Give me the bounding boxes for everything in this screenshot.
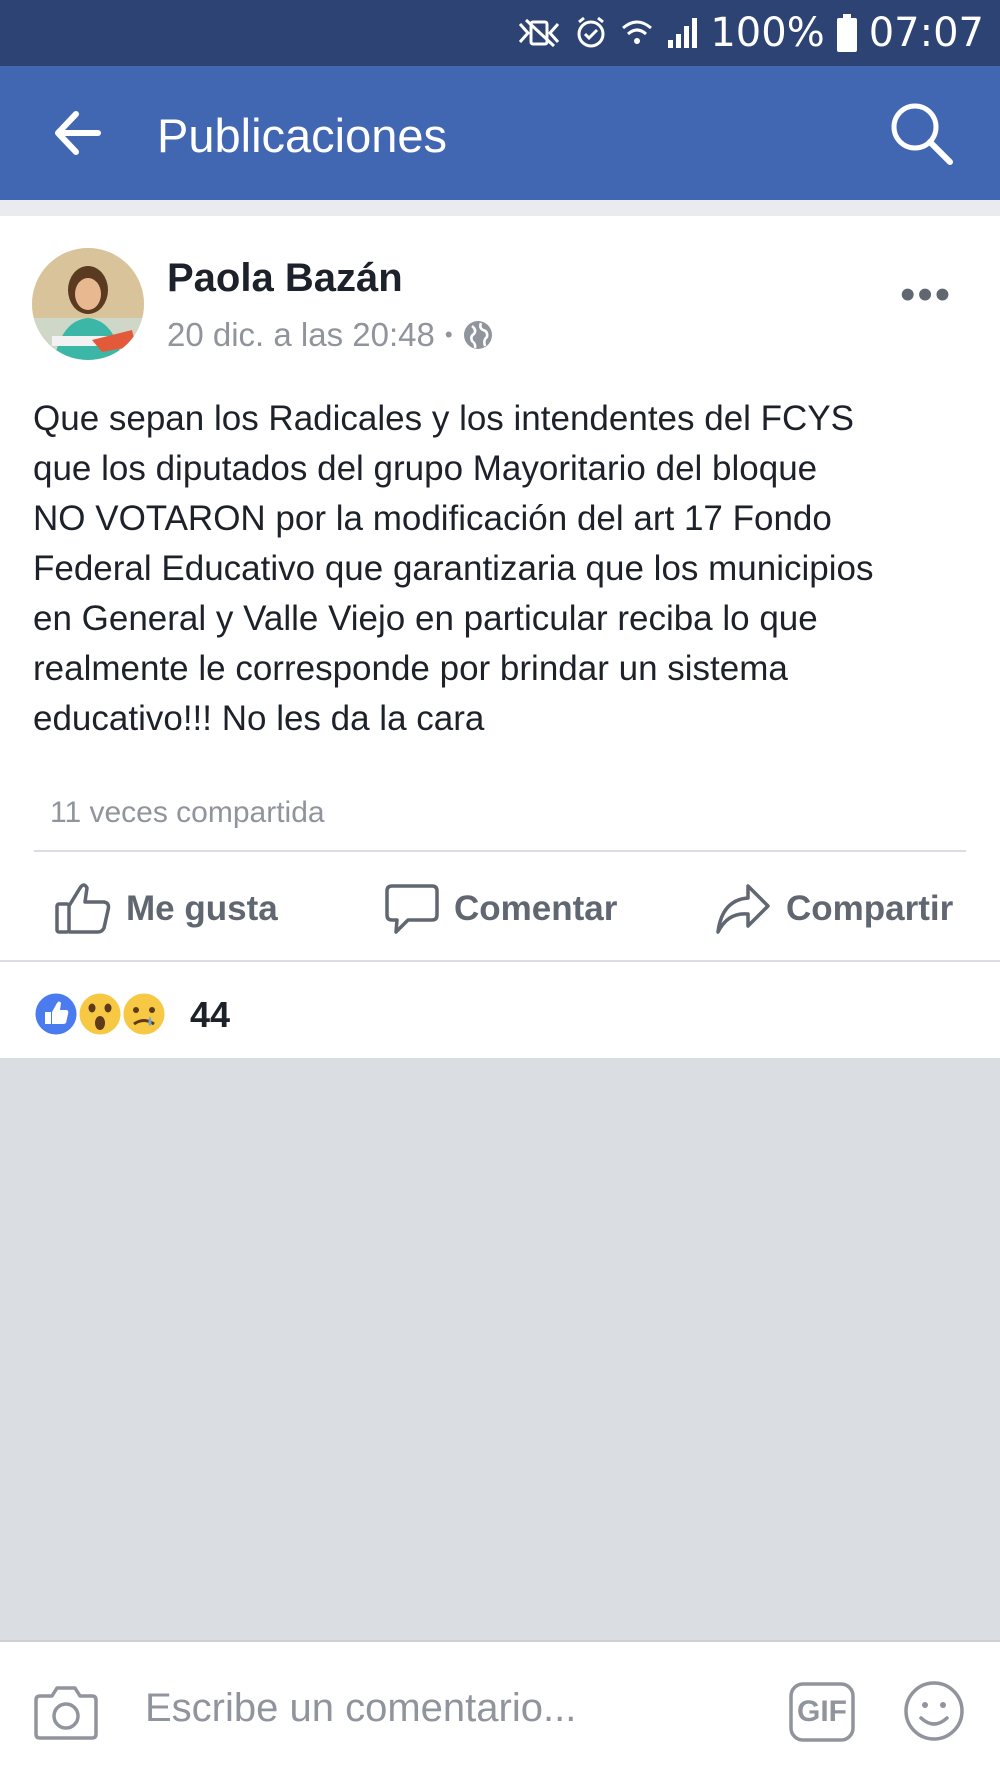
comment-input[interactable]: Escribe un comentario... (145, 1686, 576, 1731)
emoji-icon[interactable] (903, 1680, 965, 1742)
post-text-line: Que sepan los Radicales y los intendente… (33, 399, 855, 438)
status-bar: 100% 07:07 (0, 0, 1000, 66)
share-button[interactable]: Compartir (714, 882, 953, 936)
like-button[interactable]: Me gusta (54, 882, 278, 936)
like-label: Me gusta (126, 889, 278, 928)
gif-button[interactable]: GIF (789, 1682, 855, 1742)
page-title: Publicaciones (157, 109, 448, 162)
share-label: Compartir (786, 889, 954, 928)
post-card: Paola Bazán 20 dic. a las 20:48 • ••• Qu… (0, 216, 1000, 960)
thumbs-up-icon (54, 882, 112, 936)
post-text-line: en General y Valle Viejo en particular r… (33, 599, 818, 638)
post-body: Que sepan los Radicales y los intendente… (33, 394, 978, 744)
comment-icon (384, 882, 440, 936)
battery-icon (836, 14, 857, 52)
mute-vibrate-icon (516, 16, 562, 50)
avatar[interactable] (32, 248, 144, 360)
author-name[interactable]: Paola Bazán (167, 256, 403, 301)
comment-label: Comentar (454, 889, 618, 928)
comment-composer: Escribe un comentario... GIF (0, 1640, 1000, 1778)
post-text-line: realmente le corresponde por brindar un … (33, 649, 788, 688)
meta-separator: • (444, 322, 453, 347)
post-text-line: que los diputados del grupo Mayoritario … (33, 449, 818, 488)
back-arrow-icon[interactable] (52, 110, 102, 156)
post-text-line: NO VOTARON por la modificación del art 1… (33, 499, 832, 538)
wifi-icon (620, 16, 654, 50)
like-reaction-icon (32, 990, 80, 1038)
feed-gap (0, 200, 1000, 216)
reaction-count: 44 (190, 994, 231, 1035)
post-actions: Me gusta Comentar Compartir (0, 852, 1000, 960)
wow-reaction-icon (76, 990, 124, 1038)
gif-label: GIF (797, 1695, 847, 1728)
share-arrow-icon (714, 882, 772, 936)
search-icon[interactable] (888, 100, 954, 166)
sad-reaction-icon (120, 990, 168, 1038)
alarm-icon (574, 16, 608, 50)
clock: 07:07 (868, 10, 984, 56)
reactions-summary[interactable]: 44 (0, 962, 1000, 1058)
share-count[interactable]: 11 veces compartida (50, 796, 325, 830)
globe-icon (463, 320, 493, 350)
camera-icon[interactable] (34, 1682, 98, 1742)
post-timestamp[interactable]: 20 dic. a las 20:48 (167, 316, 435, 354)
reaction-icons (32, 990, 172, 1038)
more-options-icon[interactable]: ••• (900, 270, 952, 320)
signal-icon (666, 16, 698, 50)
app-bar: Publicaciones (0, 66, 1000, 200)
post-text-line: educativo!!! No les da la cara (33, 699, 485, 738)
comment-button[interactable]: Comentar (384, 882, 617, 936)
post-text-line: Federal Educativo que garantizaria que l… (33, 549, 874, 588)
post-meta: 20 dic. a las 20:48 • (167, 316, 493, 354)
battery-percent: 100% (710, 10, 825, 56)
